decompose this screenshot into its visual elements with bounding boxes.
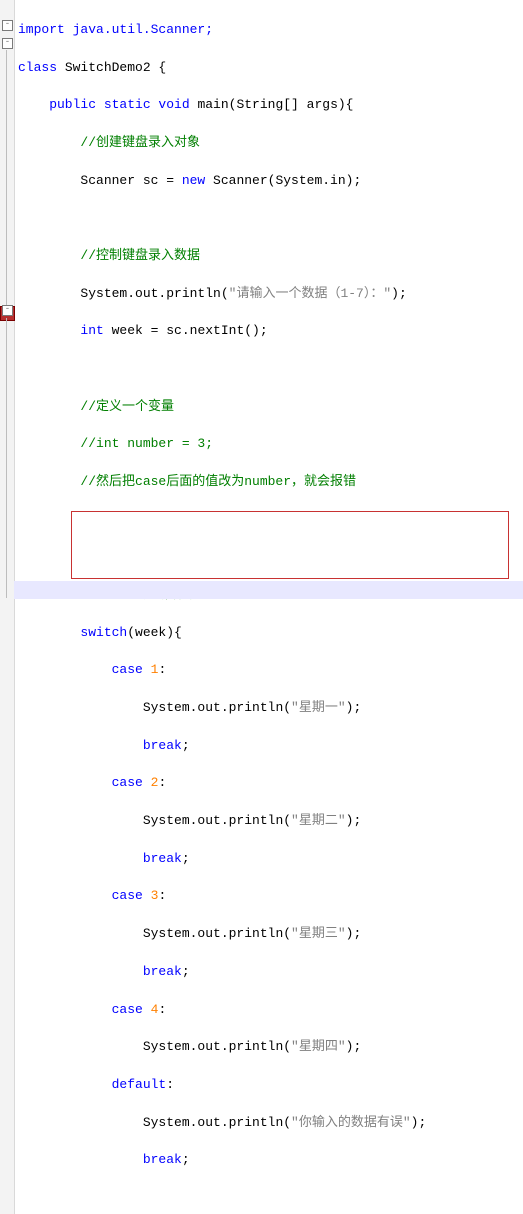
code-line: class SwitchDemo2 { — [18, 59, 523, 78]
code-line: //然后把case后面的值改为number，就会报错 — [18, 473, 523, 492]
code-line: case 4: — [18, 1001, 523, 1020]
code-line — [18, 1189, 523, 1208]
fold-guide — [6, 50, 7, 310]
code-line: //创建键盘录入对象 — [18, 134, 523, 153]
code-line: case 2: — [18, 774, 523, 793]
code-line: break; — [18, 1151, 523, 1170]
code-line: System.out.println("请输入一个数据（1-7）："); — [18, 285, 523, 304]
code-line: public static void main(String[] args){ — [18, 96, 523, 115]
code-line — [18, 511, 523, 530]
code-editor[interactable]: import java.util.Scanner; class SwitchDe… — [18, 0, 523, 1214]
code-line: import java.util.Scanner; — [18, 21, 523, 40]
code-line: //int number = 3; — [18, 435, 523, 454]
code-line: Scanner sc = new Scanner(System.in); — [18, 172, 523, 191]
fold-guide — [6, 318, 7, 598]
code-line: System.out.println("星期三"); — [18, 925, 523, 944]
code-line: break; — [18, 850, 523, 869]
code-line: default: — [18, 1076, 523, 1095]
editor-gutter: - - - — [0, 0, 15, 1214]
code-line — [18, 548, 523, 567]
fold-toggle-icon[interactable]: - — [2, 305, 13, 316]
code-line: //控制键盘录入数据 — [18, 247, 523, 266]
code-line — [18, 209, 523, 228]
code-line: switch(week){ — [18, 624, 523, 643]
code-line: case 1: — [18, 661, 523, 680]
code-line: case 3: — [18, 887, 523, 906]
fold-toggle-icon[interactable]: - — [2, 20, 13, 31]
code-line — [18, 360, 523, 379]
code-line: System.out.println("星期四"); — [18, 1038, 523, 1057]
fold-toggle-icon[interactable]: - — [2, 38, 13, 49]
code-line: break; — [18, 963, 523, 982]
code-line: break; — [18, 737, 523, 756]
code-line: int week = sc.nextInt(); — [18, 322, 523, 341]
code-line: System.out.println("星期一"); — [18, 699, 523, 718]
code-line: //定义一个变量 — [18, 398, 523, 417]
code-line: System.out.println("你输入的数据有误"); — [18, 1114, 523, 1133]
code-line: //switch判断语句 — [18, 586, 523, 605]
code-line: System.out.println("星期二"); — [18, 812, 523, 831]
